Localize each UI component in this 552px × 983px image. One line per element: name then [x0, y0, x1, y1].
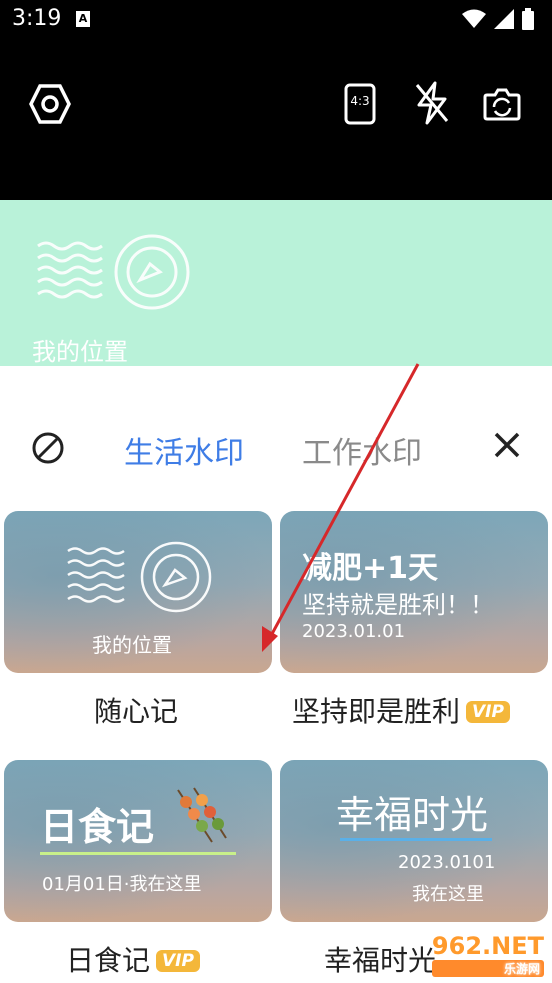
- skewers-icon: [177, 787, 227, 843]
- card-subline: 我在这里: [412, 884, 484, 905]
- template-title-text: 坚持即是胜利: [292, 695, 461, 728]
- flash-off-icon: [415, 81, 449, 125]
- status-time: 3:19: [12, 6, 62, 31]
- switch-camera-icon: [483, 88, 521, 121]
- settings-icon: [29, 84, 71, 124]
- aspect-ratio-button[interactable]: 4:3: [344, 82, 376, 126]
- status-bar: 3:19 A: [0, 0, 552, 38]
- signal-icon: [494, 9, 514, 29]
- template-title-jianchi: 坚持即是胜利 VIP: [292, 690, 510, 730]
- card-location-label: 我的位置: [92, 633, 172, 657]
- postmark-stamp-icon: [67, 541, 212, 613]
- template-card-xingfu[interactable]: 幸福时光 2023.0101 我在这里: [280, 760, 548, 922]
- tab-work-watermark[interactable]: 工作水印: [302, 428, 422, 472]
- card-headline: 减肥+1天: [302, 551, 439, 586]
- watermark-tabs: 生活水印 工作水印: [0, 422, 552, 472]
- site-watermark-text: 962.NET: [431, 932, 544, 960]
- template-title-text: 日食记: [66, 944, 151, 977]
- app-notification-icon: A: [76, 11, 90, 27]
- switch-camera-button[interactable]: [482, 84, 522, 124]
- template-title-rishiji: 日食记 VIP: [66, 939, 200, 979]
- aspect-ratio-label: 4:3: [350, 94, 370, 108]
- template-card-jianchi[interactable]: 减肥+1天 坚持就是胜利！！ 2023.01.01: [280, 511, 548, 673]
- template-card-rishiji[interactable]: 日食记 01月01日·我在这里: [4, 760, 272, 922]
- battery-icon: [522, 8, 534, 30]
- card-headline: 日食记: [40, 805, 155, 849]
- flash-button[interactable]: [412, 80, 452, 126]
- no-watermark-button[interactable]: [30, 430, 66, 466]
- template-card-suixinji[interactable]: 我的位置: [4, 511, 272, 673]
- card-subline: 坚持就是胜利！！: [302, 591, 494, 619]
- site-watermark-sub: 乐游网: [431, 960, 544, 977]
- preview-location-label: 我的位置: [32, 338, 128, 366]
- prohibited-icon: [32, 432, 64, 464]
- site-watermark-logo: 962.NET 乐游网: [431, 932, 544, 977]
- template-title-suixinji: 随心记: [94, 690, 178, 730]
- postmark-stamp-icon: [37, 234, 190, 310]
- card-date: 2023.01.01: [302, 621, 406, 642]
- card-date: 2023.0101: [398, 852, 496, 873]
- card-divider: [340, 838, 492, 841]
- card-divider: [40, 852, 236, 855]
- template-title-xingfu: 幸福时光: [324, 939, 436, 979]
- template-title-text: 幸福时光: [324, 944, 437, 977]
- template-title-text: 随心记: [94, 695, 179, 728]
- watermark-sheet: 生活水印 工作水印 我的位置 随心记 减肥+1天 坚持就是胜利！！ 2023.0…: [0, 366, 552, 983]
- card-headline: 幸福时光: [336, 793, 489, 837]
- card-subline: 01月01日·我在这里: [42, 874, 202, 895]
- settings-button[interactable]: [28, 82, 72, 126]
- close-icon: [494, 432, 520, 458]
- close-button[interactable]: [492, 430, 524, 462]
- camera-toolbar: 4:3: [0, 38, 552, 200]
- camera-preview[interactable]: 我的位置: [0, 200, 552, 366]
- tab-life-watermark[interactable]: 生活水印: [124, 428, 244, 472]
- vip-badge: VIP: [466, 701, 510, 723]
- wifi-icon: [462, 9, 486, 28]
- vip-badge: VIP: [156, 950, 200, 972]
